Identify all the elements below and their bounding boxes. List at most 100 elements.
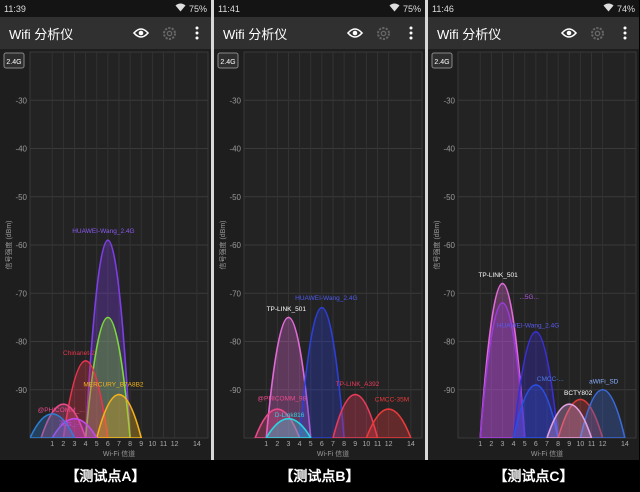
x-tick-label: 7 bbox=[117, 441, 121, 448]
app-bar: Wifi 分析仪 bbox=[428, 17, 639, 49]
battery-text: 75% bbox=[188, 3, 207, 14]
screen-c: 11:46 74% Wifi 分析仪 2.4G -30 -40 -50 -60 -70 -8… bbox=[428, 0, 639, 460]
band-button[interactable]: 2.4G bbox=[217, 52, 239, 69]
caption-c: 【测试点C】 bbox=[493, 468, 574, 484]
x-tick-label: 9 bbox=[139, 441, 143, 448]
network-label: HUAWEI-Wang_2.4G bbox=[497, 323, 559, 330]
y-tick-label: -60 bbox=[443, 241, 455, 250]
eye-icon[interactable] bbox=[561, 25, 577, 41]
x-tick-label: 8 bbox=[556, 441, 560, 448]
status-bar: 11:46 74% bbox=[428, 0, 639, 17]
network-label: aWiFi_SD bbox=[589, 378, 619, 385]
y-tick-label: -90 bbox=[229, 386, 241, 395]
network-label: @PHICOMM_... bbox=[38, 407, 85, 414]
band-button-label: 2.4G bbox=[6, 59, 21, 66]
x-tick-label: 14 bbox=[407, 441, 415, 448]
x-tick-label: 2 bbox=[275, 441, 279, 448]
panel-divider bbox=[211, 0, 214, 460]
y-tick-label: -70 bbox=[229, 289, 241, 298]
eye-icon[interactable] bbox=[347, 25, 363, 41]
x-tick-label: 10 bbox=[148, 441, 156, 448]
gear-icon[interactable] bbox=[375, 25, 391, 41]
x-tick-label: 2 bbox=[489, 441, 493, 448]
more-menu-icon[interactable] bbox=[403, 25, 419, 41]
x-tick-label: 3 bbox=[501, 441, 505, 448]
x-tick-label: 5 bbox=[95, 441, 99, 448]
network-label: HUAWEI-Wang_2.4G bbox=[72, 228, 134, 235]
y-axis-label: 信号强度 (dBm) bbox=[218, 221, 227, 270]
channel-graph: 2.4G-30-40-50-60-70-80-901 2 3 4 5 6 7 8 9 10 11 12… bbox=[3, 51, 209, 458]
y-tick-label: -90 bbox=[15, 386, 27, 395]
x-tick-label: 8 bbox=[128, 441, 132, 448]
network-label: 凌云_... bbox=[59, 418, 81, 427]
band-button[interactable]: 2.4G bbox=[431, 52, 453, 69]
y-tick-label: -60 bbox=[229, 241, 241, 250]
status-time: 11:46 bbox=[432, 3, 454, 14]
app-title: Wifi 分析仪 bbox=[223, 26, 288, 42]
battery-text: 75% bbox=[402, 3, 421, 14]
network-label: CMCC-... bbox=[537, 376, 564, 383]
x-tick-label: 6 bbox=[534, 441, 538, 448]
y-tick-label: -80 bbox=[15, 338, 27, 347]
x-tick-label: 11 bbox=[160, 441, 167, 448]
x-tick-label: 3 bbox=[287, 441, 291, 448]
x-tick-label: 1 bbox=[478, 441, 482, 448]
x-tick-label: 12 bbox=[599, 441, 607, 448]
network-label: MERCURY_B7A8B2 bbox=[83, 381, 144, 388]
screen-a: 11:39 75% Wifi 分析仪 2.4G -30 -40 -50 -60 -70 -8… bbox=[0, 0, 211, 460]
x-tick-label: 7 bbox=[545, 441, 549, 448]
x-tick-label: 14 bbox=[193, 441, 201, 448]
app-title: Wifi 分析仪 bbox=[437, 26, 502, 42]
network-label: BCTY802 bbox=[564, 390, 593, 397]
x-axis-label: Wi-Fi 信道 bbox=[103, 449, 135, 458]
gear-icon[interactable] bbox=[589, 25, 605, 41]
y-tick-label: -40 bbox=[443, 145, 455, 154]
y-tick-label: -30 bbox=[443, 96, 455, 105]
y-tick-label: -50 bbox=[229, 193, 241, 202]
y-tick-label: -70 bbox=[443, 289, 455, 298]
eye-icon[interactable] bbox=[133, 25, 149, 41]
wifi-icon bbox=[389, 3, 400, 14]
band-button-label: 2.4G bbox=[220, 59, 235, 66]
band-button[interactable]: 2.4G bbox=[3, 52, 25, 69]
panel-divider bbox=[425, 0, 428, 460]
status-time: 11:39 bbox=[4, 3, 26, 14]
x-tick-label: 6 bbox=[320, 441, 324, 448]
y-tick-label: -50 bbox=[15, 193, 27, 202]
x-tick-label: 14 bbox=[621, 441, 629, 448]
x-tick-label: 1 bbox=[264, 441, 268, 448]
x-tick-label: 2 bbox=[61, 441, 65, 448]
x-tick-label: 6 bbox=[106, 441, 110, 448]
more-menu-icon[interactable] bbox=[617, 25, 633, 41]
network-label: CMCC-35M bbox=[375, 396, 409, 403]
y-tick-label: -80 bbox=[229, 338, 241, 347]
y-tick-label: -40 bbox=[229, 145, 241, 154]
more-menu-icon[interactable] bbox=[189, 25, 205, 41]
y-tick-label: -70 bbox=[15, 289, 27, 298]
x-tick-label: 4 bbox=[512, 441, 516, 448]
channel-graph: 2.4G-30-40-50-60-70-80-901 2 3 4 5 6 7 8 9 10 11 12… bbox=[217, 51, 423, 458]
x-tick-label: 4 bbox=[298, 441, 302, 448]
x-tick-label: 7 bbox=[331, 441, 335, 448]
network-label: Chinanet-2 bbox=[63, 350, 95, 357]
x-tick-label: 1 bbox=[50, 441, 54, 448]
app-bar: Wifi 分析仪 bbox=[0, 17, 211, 49]
network-label: TP-LINK_501 bbox=[478, 272, 518, 279]
x-axis-label: Wi-Fi 信道 bbox=[531, 449, 563, 458]
gear-icon[interactable] bbox=[161, 25, 177, 41]
x-tick-label: 11 bbox=[374, 441, 381, 448]
x-tick-label: 4 bbox=[84, 441, 88, 448]
network-label: TP-LINK_501 bbox=[267, 306, 307, 313]
app-title: Wifi 分析仪 bbox=[9, 26, 74, 42]
battery-text: 74% bbox=[616, 3, 635, 14]
status-bar: 11:39 75% bbox=[0, 0, 211, 17]
x-tick-label: 9 bbox=[353, 441, 357, 448]
caption-a: 【测试点A】 bbox=[65, 468, 146, 484]
y-axis-label: 信号强度 (dBm) bbox=[432, 221, 441, 270]
x-tick-label: 5 bbox=[523, 441, 527, 448]
network-label: D-Link816 bbox=[275, 412, 305, 419]
y-tick-label: -90 bbox=[443, 386, 455, 395]
x-tick-label: 10 bbox=[362, 441, 370, 448]
x-tick-label: 9 bbox=[567, 441, 571, 448]
screen-b: 11:41 75% Wifi 分析仪 2.4G -30 -40 -50 -60 -70 -8… bbox=[214, 0, 425, 460]
